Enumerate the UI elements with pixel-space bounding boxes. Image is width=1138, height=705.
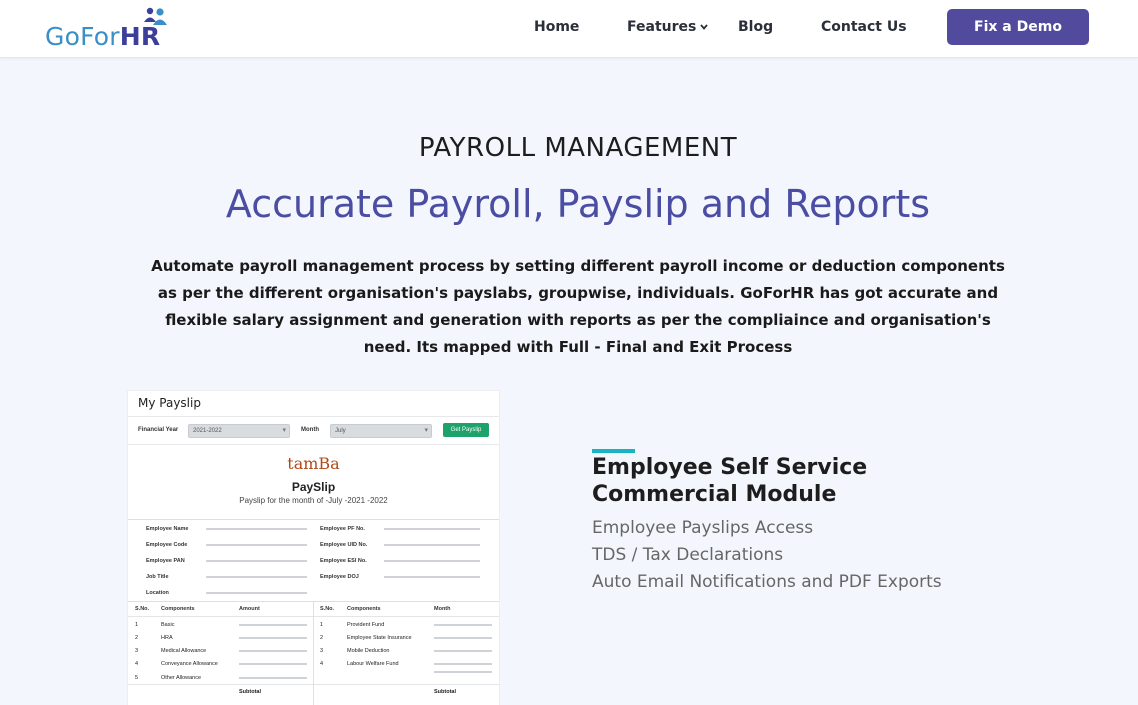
section-kicker: PAYROLL MANAGEMENT [418, 133, 738, 163]
company-logo: tamBa [287, 454, 340, 473]
field-value-placeholder [206, 592, 307, 594]
row-number: 5 [135, 675, 139, 681]
amount-placeholder [434, 637, 492, 639]
row-number: 4 [135, 661, 139, 667]
nav-contact[interactable]: Contact Us [821, 19, 907, 35]
component-name: HRA [161, 635, 173, 641]
chevron-down-icon [700, 24, 709, 30]
amount-placeholder [239, 677, 307, 679]
amount-placeholder [434, 663, 492, 665]
logo[interactable]: GoForHR [45, 6, 175, 52]
payslip-subtitle: Payslip for the month of -July -2021 -20… [239, 496, 388, 505]
component-name: Other Allowance [161, 675, 202, 681]
amount-placeholder [239, 637, 307, 639]
field-label: Employee DOJ [320, 574, 359, 580]
field-value-placeholder [384, 528, 480, 530]
row-number: 3 [135, 648, 139, 654]
field-value-placeholder [206, 560, 307, 562]
intro-paragraph: Automate payroll management process by s… [151, 257, 1005, 356]
field-label: Employee Code [146, 542, 188, 548]
table-header: Components [161, 606, 195, 612]
feature-item: Auto Email Notifications and PDF Exports [592, 572, 942, 592]
row-number: 2 [135, 635, 139, 641]
divider [314, 616, 499, 617]
row-number: 2 [320, 635, 324, 641]
month-label: Month [301, 427, 319, 433]
month-select[interactable]: July [330, 424, 432, 438]
field-value-placeholder [384, 576, 480, 578]
row-number: 4 [320, 661, 324, 667]
nav-features-label: Features [627, 19, 697, 35]
component-name: Labour Welfare Fund [347, 661, 399, 667]
field-value-placeholder [206, 576, 307, 578]
field-value-placeholder [206, 528, 307, 530]
logo-prefix: GoFor [45, 22, 120, 51]
amount-placeholder [434, 671, 492, 673]
payslip-title: PaySlip [291, 480, 336, 494]
feature-item: TDS / Tax Declarations [592, 545, 784, 565]
field-label: Employee ESI No. [320, 558, 367, 564]
component-name: Employee State Insurance [347, 635, 412, 641]
amount-placeholder [434, 650, 492, 652]
financial-year-select[interactable]: 2021-2022 [188, 424, 290, 438]
accent-bar [592, 449, 635, 453]
feature-title: Employee Self Service Commercial Module [592, 455, 868, 507]
field-value-placeholder [384, 544, 480, 546]
table-header: S.No. [135, 606, 150, 612]
row-number: 1 [135, 622, 139, 628]
table-header: Amount [239, 606, 260, 612]
subtotal-label: Subtotal [434, 689, 456, 695]
divider [128, 616, 313, 617]
table-header: S.No. [320, 606, 335, 612]
field-value-placeholder [384, 560, 480, 562]
page-headline: Accurate Payroll, Payslip and Reports [225, 182, 931, 226]
divider [128, 519, 499, 520]
divider [128, 444, 499, 445]
field-label: Job Title [146, 574, 169, 580]
amount-placeholder [239, 624, 307, 626]
feature-list: Employee Payslips Access TDS / Tax Decla… [592, 515, 942, 596]
field-label: Employee UID No. [320, 542, 368, 548]
amount-placeholder [434, 624, 492, 626]
component-name: Mobile Deduction [347, 648, 390, 654]
nav-blog[interactable]: Blog [738, 19, 773, 35]
nav-features[interactable]: Features [627, 19, 709, 35]
component-name: Medical Allowance [161, 648, 207, 654]
payslip-preview: My Payslip Financial Year 2021-2022 Mont… [128, 391, 499, 705]
feature-item: Employee Payslips Access [592, 518, 814, 538]
payslip-header: My Payslip [128, 391, 499, 417]
payslip-filters: Financial Year 2021-2022 Month July Get … [138, 423, 493, 439]
get-payslip-button[interactable]: Get Payslip [443, 423, 489, 437]
field-label: Employee PF No. [320, 526, 365, 532]
financial-year-label: Financial Year [138, 427, 179, 433]
logo-text: GoForHR [45, 22, 160, 51]
table-header: Month [434, 606, 451, 612]
row-number: 1 [320, 622, 324, 628]
divider [128, 684, 313, 685]
component-name: Provident Fund [347, 622, 385, 628]
amount-placeholder [239, 663, 307, 665]
field-value-placeholder [206, 544, 307, 546]
table-header: Components [347, 606, 381, 612]
nav-home[interactable]: Home [534, 19, 579, 35]
site-header: GoForHR Home Features Blog Contact Us Fi… [0, 0, 1138, 58]
amount-placeholder [239, 650, 307, 652]
divider [314, 684, 499, 685]
row-number: 3 [320, 648, 324, 654]
subtotal-label: Subtotal [239, 689, 261, 695]
fix-a-demo-button[interactable]: Fix a Demo [947, 9, 1089, 45]
field-label: Employee Name [146, 526, 189, 532]
field-label: Location [146, 590, 169, 596]
component-name: Conveyance Allowance [161, 661, 218, 667]
field-label: Employee PAN [146, 558, 185, 564]
logo-suffix: HR [119, 22, 161, 51]
component-name: Basic [161, 622, 175, 628]
